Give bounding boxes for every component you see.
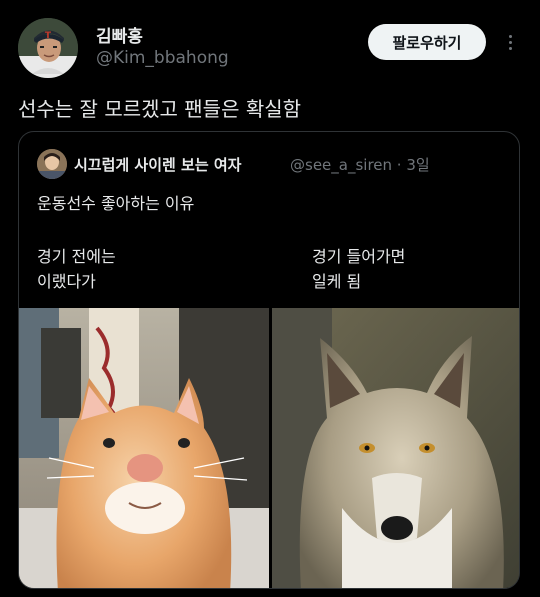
cat-photo[interactable] <box>19 308 269 588</box>
author-display-name[interactable]: 김빠홍 <box>96 22 143 47</box>
cat-photo-illustration <box>19 308 269 588</box>
quoted-avatar-photo <box>37 149 67 179</box>
quoted-left-line-1: 경기 전에는 <box>37 247 116 266</box>
author-avatar[interactable]: T <box>18 18 78 78</box>
avatar-photo: T <box>18 18 78 78</box>
quoted-display-name: 시끄럽게 사이렌 보는 여자 <box>74 156 242 174</box>
more-options-icon[interactable] <box>500 28 520 56</box>
tweet-text: 선수는 잘 모르겠고 팬들은 확실함 <box>18 97 302 121</box>
follow-button[interactable]: 팔로우하기 <box>368 24 486 60</box>
quoted-tweet[interactable]: 시끄럽게 사이렌 보는 여자 @see_a_siren · 3일 운동선수 좋아… <box>18 131 520 589</box>
quoted-handle: @see_a_siren · 3일 <box>290 156 430 174</box>
quoted-left-line-2: 이랬다가 <box>37 272 96 291</box>
quoted-text-intro: 운동선수 좋아하는 이유 <box>37 194 195 213</box>
quoted-text-left: 경기 전에는 이랬다가 <box>37 244 116 294</box>
quoted-author-avatar <box>37 149 67 179</box>
wolf-photo[interactable] <box>272 308 519 588</box>
author-handle[interactable]: @Kim_bbahong <box>96 48 229 68</box>
quoted-text-right: 경기 들어가면 일케 됨 <box>312 244 405 294</box>
quoted-right-line-1: 경기 들어가면 <box>312 247 406 266</box>
quoted-right-line-2: 일케 됨 <box>312 272 362 291</box>
svg-text:T: T <box>45 31 52 41</box>
wolf-photo-illustration <box>272 308 519 588</box>
